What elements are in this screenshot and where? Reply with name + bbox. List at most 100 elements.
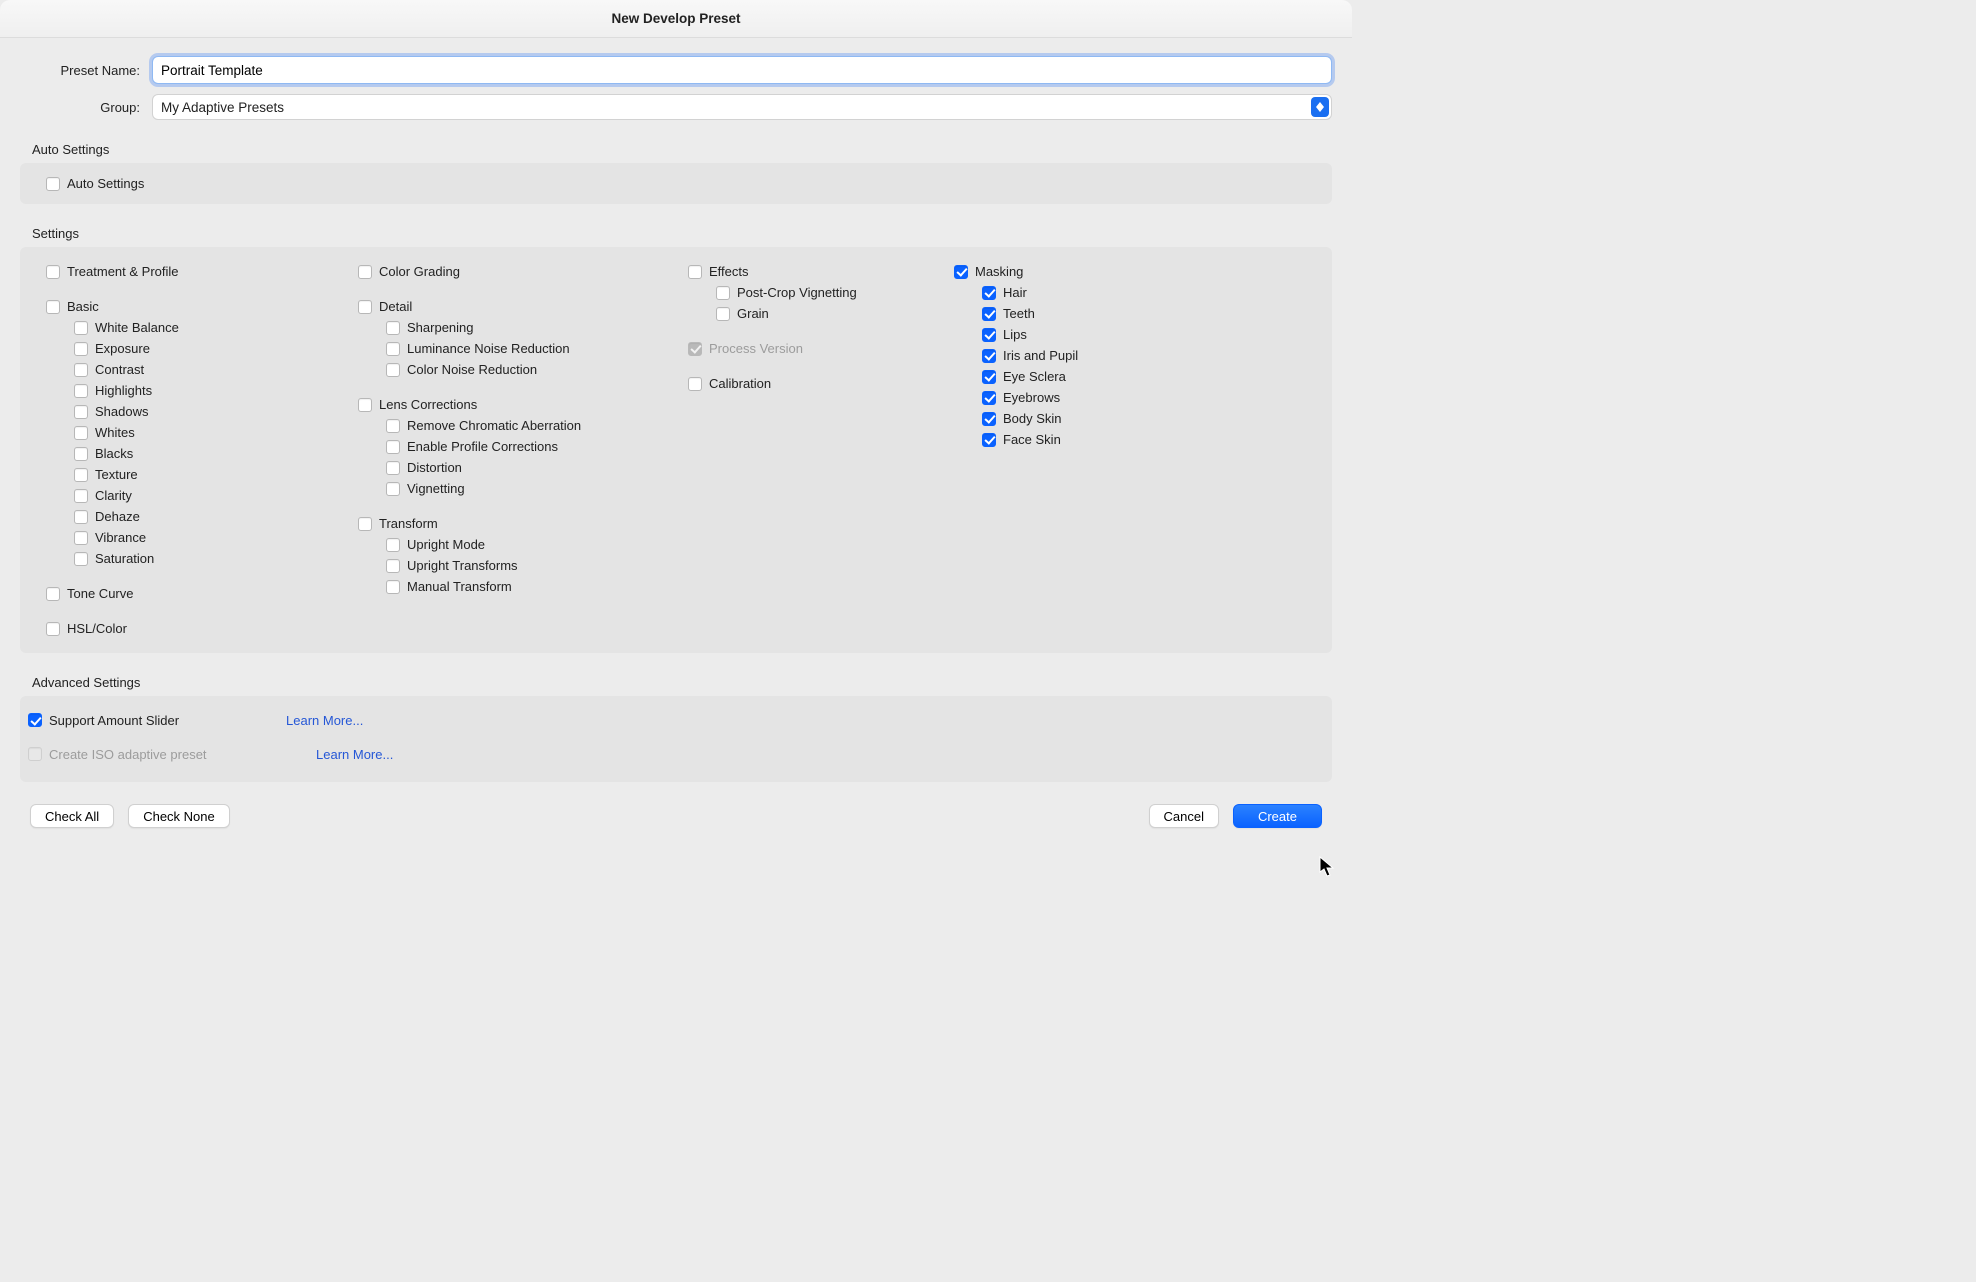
checkbox-child-row[interactable]: Clarity — [46, 485, 358, 506]
checkbox-child[interactable] — [716, 307, 730, 321]
create-button[interactable]: Create — [1233, 804, 1322, 828]
checkbox-child-row[interactable]: Body Skin — [954, 408, 1078, 429]
support-slider-learn-more-link[interactable]: Learn More... — [286, 713, 363, 728]
lens-corrections-row[interactable]: Lens Corrections — [358, 394, 688, 415]
masking-checkbox[interactable] — [954, 265, 968, 279]
checkbox-child[interactable] — [74, 447, 88, 461]
checkbox-child-row[interactable]: Grain — [688, 303, 954, 324]
basic-checkbox[interactable] — [46, 300, 60, 314]
checkbox-child-row[interactable]: Manual Transform — [358, 576, 688, 597]
checkbox-child-row[interactable]: Iris and Pupil — [954, 345, 1078, 366]
checkbox-child[interactable] — [386, 482, 400, 496]
hsl-color-checkbox[interactable] — [46, 622, 60, 636]
checkbox-child-row[interactable]: Hair — [954, 282, 1078, 303]
color-grading-row[interactable]: Color Grading — [358, 261, 688, 282]
checkbox-child-row[interactable]: Eyebrows — [954, 387, 1078, 408]
checkbox-child[interactable] — [982, 349, 996, 363]
checkbox-child-row[interactable]: Whites — [46, 422, 358, 443]
checkbox-child-row[interactable]: Upright Mode — [358, 534, 688, 555]
cancel-button[interactable]: Cancel — [1149, 804, 1219, 828]
checkbox-child[interactable] — [982, 286, 996, 300]
hsl-color-row[interactable]: HSL/Color — [46, 618, 358, 639]
checkbox-child-row[interactable]: Vignetting — [358, 478, 688, 499]
transform-checkbox[interactable] — [358, 517, 372, 531]
checkbox-child[interactable] — [982, 370, 996, 384]
checkbox-child-row[interactable]: Contrast — [46, 359, 358, 380]
checkbox-child[interactable] — [386, 419, 400, 433]
checkbox-child[interactable] — [74, 363, 88, 377]
lens-corrections-checkbox[interactable] — [358, 398, 372, 412]
tone-curve-checkbox[interactable] — [46, 587, 60, 601]
check-none-button[interactable]: Check None — [128, 804, 230, 828]
checkbox-child-row[interactable]: Exposure — [46, 338, 358, 359]
checkbox-child-row[interactable]: Teeth — [954, 303, 1078, 324]
calibration-row[interactable]: Calibration — [688, 373, 954, 394]
checkbox-child-row[interactable]: Upright Transforms — [358, 555, 688, 576]
group-select[interactable]: My Adaptive Presets — [152, 94, 1332, 120]
checkbox-child[interactable] — [386, 580, 400, 594]
checkbox-child[interactable] — [982, 412, 996, 426]
checkbox-child[interactable] — [74, 468, 88, 482]
detail-checkbox[interactable] — [358, 300, 372, 314]
checkbox-child[interactable] — [74, 552, 88, 566]
transform-row[interactable]: Transform — [358, 513, 688, 534]
checkbox-child[interactable] — [74, 405, 88, 419]
checkbox-child-row[interactable]: Sharpening — [358, 317, 688, 338]
checkbox-child[interactable] — [74, 342, 88, 356]
detail-row[interactable]: Detail — [358, 296, 688, 317]
checkbox-child[interactable] — [74, 510, 88, 524]
checkbox-child-row[interactable]: Highlights — [46, 380, 358, 401]
checkbox-child-row[interactable]: Face Skin — [954, 429, 1078, 450]
iso-adaptive-learn-more-link[interactable]: Learn More... — [316, 747, 393, 762]
checkbox-child-row[interactable]: Vibrance — [46, 527, 358, 548]
support-slider-checkbox[interactable] — [28, 713, 42, 727]
checkbox-child[interactable] — [982, 391, 996, 405]
checkbox-child[interactable] — [386, 559, 400, 573]
checkbox-child-row[interactable]: Luminance Noise Reduction — [358, 338, 688, 359]
checkbox-child[interactable] — [982, 433, 996, 447]
checkbox-child[interactable] — [982, 307, 996, 321]
checkbox-child[interactable] — [386, 538, 400, 552]
checkbox-child[interactable] — [74, 531, 88, 545]
treatment-profile-row[interactable]: Treatment & Profile — [46, 261, 358, 282]
color-grading-checkbox[interactable] — [358, 265, 372, 279]
checkbox-child[interactable] — [386, 461, 400, 475]
effects-children: Post-Crop VignettingGrain — [688, 282, 954, 324]
auto-settings-checkbox-row[interactable]: Auto Settings — [46, 173, 1306, 194]
checkbox-child-row[interactable]: Lips — [954, 324, 1078, 345]
checkbox-child[interactable] — [716, 286, 730, 300]
checkbox-child[interactable] — [386, 342, 400, 356]
checkbox-child[interactable] — [74, 489, 88, 503]
tone-curve-row[interactable]: Tone Curve — [46, 583, 358, 604]
auto-settings-checkbox[interactable] — [46, 177, 60, 191]
checkbox-child-row[interactable]: Shadows — [46, 401, 358, 422]
basic-row[interactable]: Basic — [46, 296, 358, 317]
checkbox-child-label: Manual Transform — [407, 579, 512, 594]
masking-row[interactable]: Masking — [954, 261, 1078, 282]
calibration-checkbox[interactable] — [688, 377, 702, 391]
checkbox-child-row[interactable]: Blacks — [46, 443, 358, 464]
checkbox-child-row[interactable]: Color Noise Reduction — [358, 359, 688, 380]
effects-row[interactable]: Effects — [688, 261, 954, 282]
check-all-button[interactable]: Check All — [30, 804, 114, 828]
checkbox-child[interactable] — [386, 321, 400, 335]
checkbox-child[interactable] — [386, 363, 400, 377]
checkbox-child-row[interactable]: Distortion — [358, 457, 688, 478]
checkbox-child-row[interactable]: Eye Sclera — [954, 366, 1078, 387]
support-slider-checkbox-row[interactable]: Support Amount Slider — [28, 713, 258, 728]
checkbox-child-row[interactable]: White Balance — [46, 317, 358, 338]
checkbox-child[interactable] — [74, 321, 88, 335]
checkbox-child[interactable] — [74, 426, 88, 440]
checkbox-child[interactable] — [74, 384, 88, 398]
checkbox-child[interactable] — [386, 440, 400, 454]
effects-checkbox[interactable] — [688, 265, 702, 279]
preset-name-input[interactable] — [152, 56, 1332, 84]
checkbox-child-row[interactable]: Post-Crop Vignetting — [688, 282, 954, 303]
checkbox-child-row[interactable]: Dehaze — [46, 506, 358, 527]
checkbox-child[interactable] — [982, 328, 996, 342]
checkbox-child-row[interactable]: Enable Profile Corrections — [358, 436, 688, 457]
checkbox-child-row[interactable]: Remove Chromatic Aberration — [358, 415, 688, 436]
treatment-profile-checkbox[interactable] — [46, 265, 60, 279]
checkbox-child-row[interactable]: Saturation — [46, 548, 358, 569]
checkbox-child-row[interactable]: Texture — [46, 464, 358, 485]
